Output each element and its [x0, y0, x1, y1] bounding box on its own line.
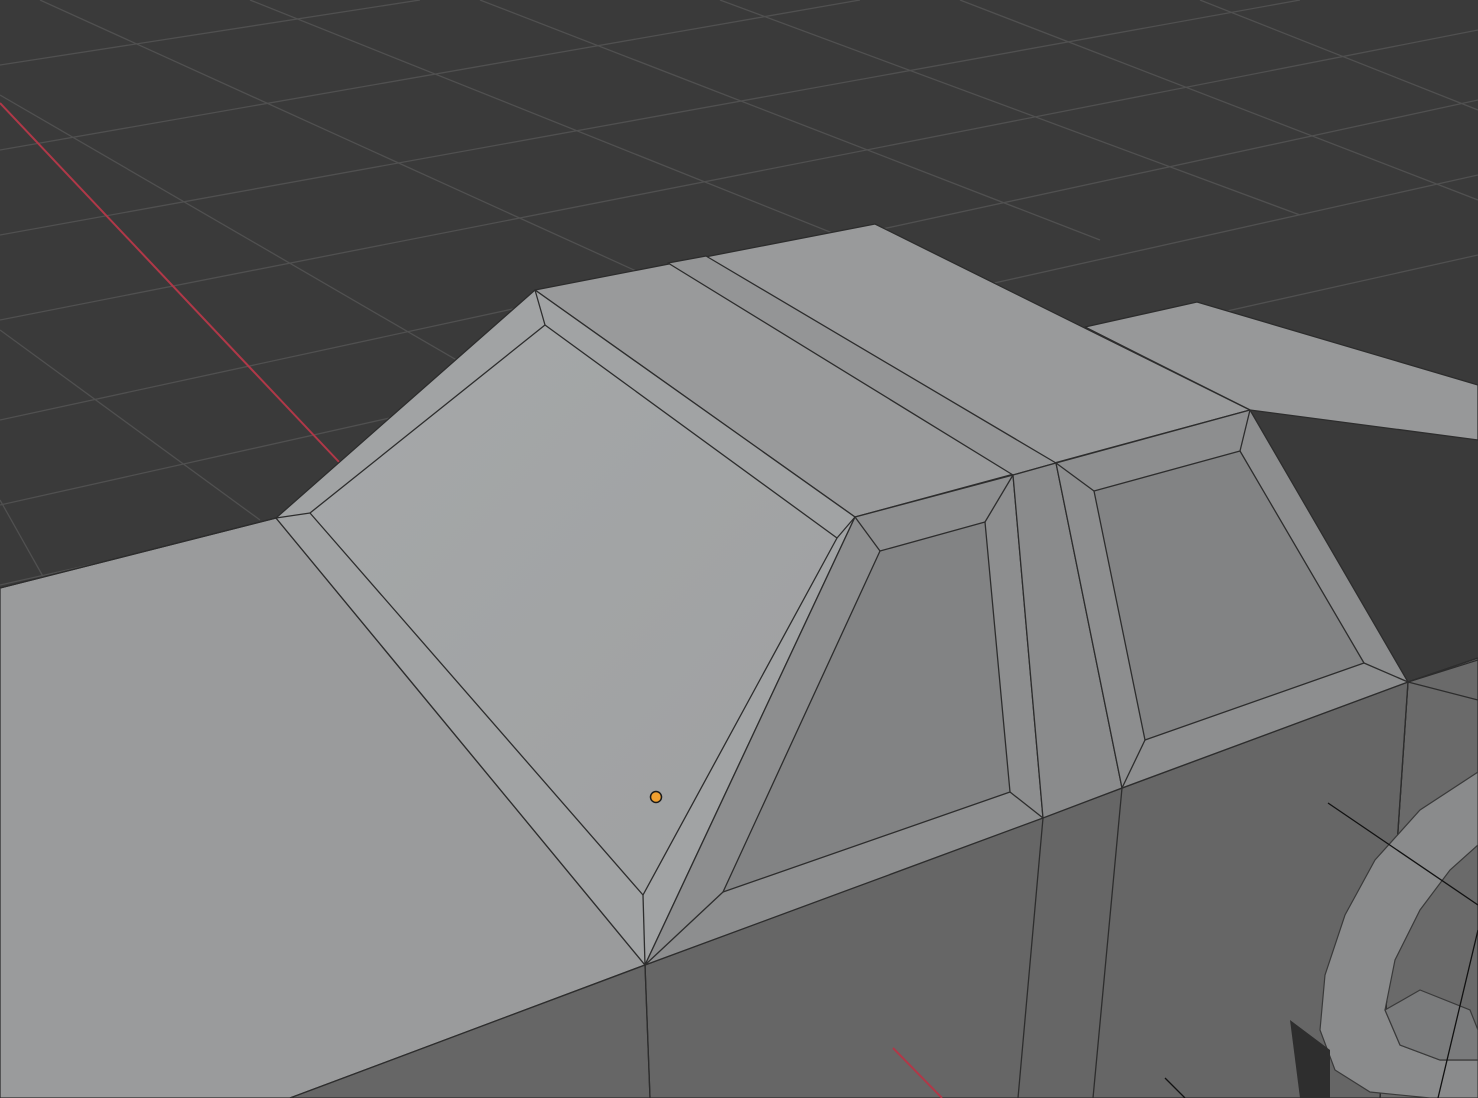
3d-viewport[interactable]: [0, 0, 1478, 1098]
object-origin-icon[interactable]: [649, 790, 663, 804]
viewport-canvas[interactable]: [0, 0, 1478, 1098]
